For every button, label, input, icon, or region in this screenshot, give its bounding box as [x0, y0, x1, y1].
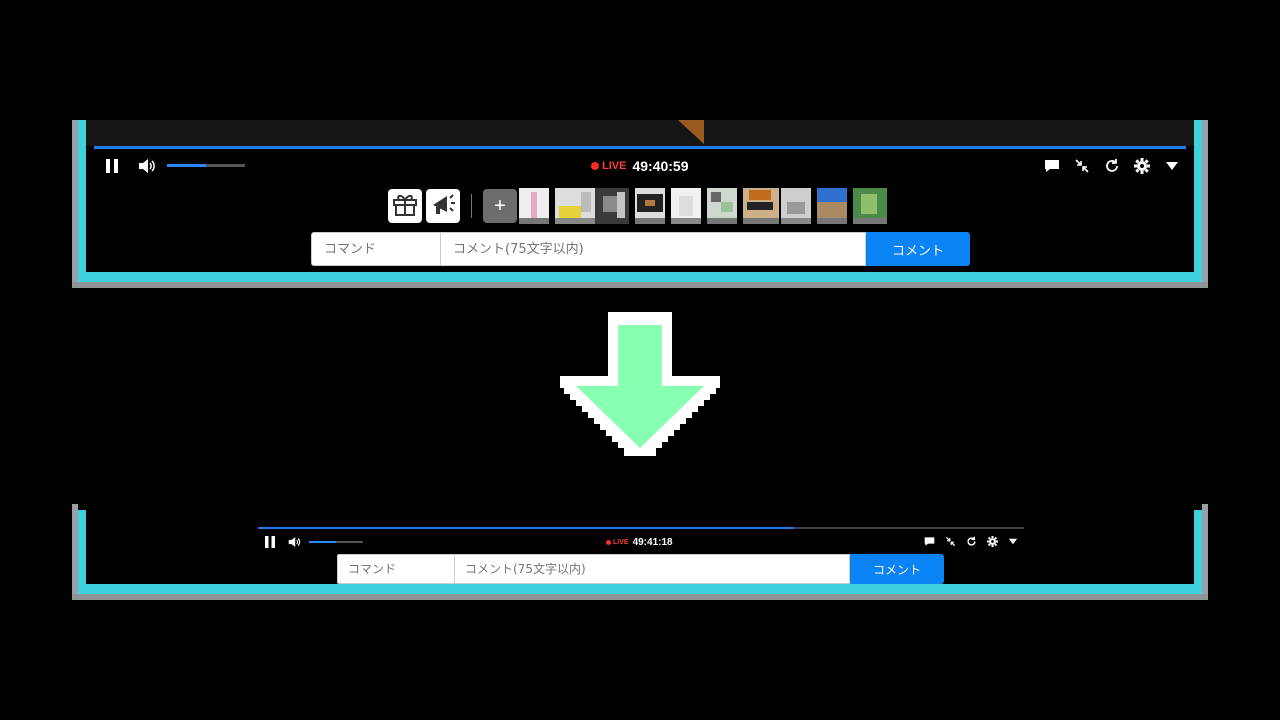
gear-icon[interactable] — [985, 534, 999, 548]
volume-level — [309, 541, 336, 543]
volume-icon[interactable] — [286, 534, 302, 550]
exit-fullscreen-icon[interactable] — [943, 534, 957, 548]
gift-button[interactable] — [388, 189, 422, 223]
gift-icon — [392, 192, 418, 220]
gift-row: + — [388, 188, 887, 224]
item-thumbnail[interactable] — [595, 188, 629, 224]
command-input[interactable] — [311, 232, 441, 266]
comment-submit-button[interactable]: コメント — [850, 554, 944, 584]
item-thumbnail[interactable] — [555, 188, 595, 224]
player-frame-top: LIVE 49:40:59 + コマンド コメント(75文字以内) コメント — [72, 120, 1208, 288]
frame-border — [78, 120, 86, 282]
chevron-down-icon[interactable] — [1006, 534, 1020, 548]
advertise-button[interactable] — [426, 189, 460, 223]
frame-border — [72, 594, 1208, 600]
divider — [471, 194, 472, 218]
player-frame-bottom: LIVE 49:41:18 コメント — [72, 504, 1208, 600]
comment-bubble-icon[interactable] — [922, 534, 936, 548]
comment-form: コメント — [311, 232, 970, 266]
comment-input[interactable] — [455, 554, 850, 584]
item-thumbnail[interactable] — [671, 188, 701, 224]
seek-bar[interactable] — [94, 146, 1186, 149]
volume-icon[interactable] — [136, 156, 158, 176]
add-button[interactable]: + — [483, 189, 517, 223]
chevron-down-icon[interactable] — [1162, 156, 1182, 176]
item-thumbnail[interactable] — [519, 188, 549, 224]
command-input[interactable] — [337, 554, 455, 584]
live-label: LIVE — [602, 160, 627, 172]
reload-icon[interactable] — [1102, 156, 1122, 176]
seek-track[interactable] — [258, 527, 1024, 529]
frame-border — [78, 584, 1202, 594]
video-content — [678, 120, 704, 144]
seek-progress — [258, 527, 795, 529]
item-thumbnail[interactable] — [853, 188, 887, 224]
pause-icon[interactable] — [102, 156, 122, 176]
frame-border — [1194, 120, 1202, 282]
exit-fullscreen-icon[interactable] — [1072, 156, 1092, 176]
live-indicator: LIVE 49:40:59 — [591, 156, 689, 176]
down-arrow-icon — [560, 312, 720, 456]
item-thumbnail[interactable] — [707, 188, 737, 224]
frame-border — [1202, 120, 1208, 288]
pause-icon[interactable] — [262, 534, 278, 550]
reload-icon[interactable] — [964, 534, 978, 548]
frame-border — [1202, 504, 1208, 600]
elapsed-time: 49:41:18 — [632, 536, 673, 548]
frame-border — [78, 510, 86, 594]
item-thumbnail[interactable] — [635, 188, 665, 224]
comment-input[interactable] — [441, 232, 866, 266]
comment-form: コメント — [337, 554, 944, 584]
volume-slider[interactable] — [167, 164, 245, 167]
live-dot — [606, 539, 611, 545]
video-area[interactable] — [86, 120, 1194, 146]
megaphone-icon — [430, 192, 456, 220]
volume-slider[interactable] — [309, 541, 363, 543]
live-indicator: LIVE 49:41:18 — [606, 534, 673, 550]
comment-submit-button[interactable]: コメント — [866, 232, 970, 266]
live-label: LIVE — [613, 538, 629, 546]
item-thumbnail[interactable] — [817, 188, 847, 224]
item-thumbnail[interactable] — [743, 188, 779, 224]
frame-border — [72, 282, 1208, 288]
live-dot — [591, 162, 599, 170]
frame-border — [78, 272, 1202, 282]
gear-icon[interactable] — [1132, 156, 1152, 176]
elapsed-time: 49:40:59 — [632, 158, 689, 174]
item-thumbnail[interactable] — [781, 188, 811, 224]
volume-level — [167, 164, 206, 167]
comment-bubble-icon[interactable] — [1042, 156, 1062, 176]
player-area: LIVE 49:41:18 コメント — [86, 504, 1194, 584]
add-label: + — [494, 194, 506, 217]
player-area: LIVE 49:40:59 + コマンド コメント(75文字以内) コメント — [86, 120, 1194, 272]
frame-border — [1194, 510, 1202, 594]
